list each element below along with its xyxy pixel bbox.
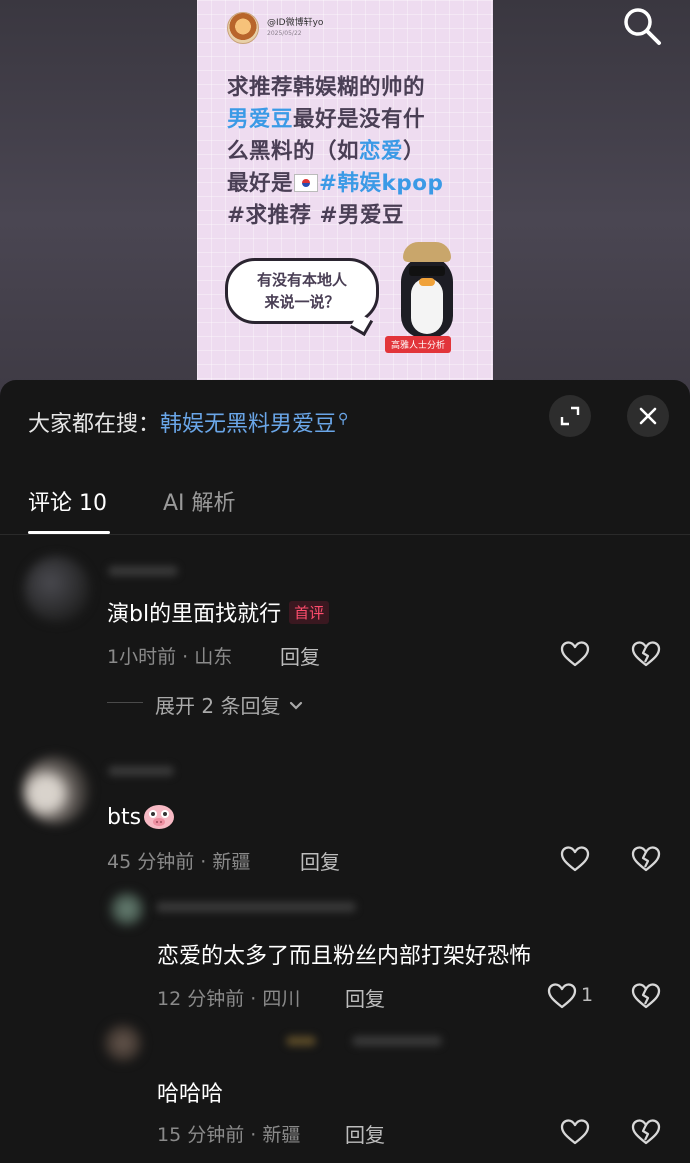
comment-2-text: bts <box>107 805 142 830</box>
heart-icon[interactable] <box>560 1118 590 1146</box>
post-hashtags: #求推荐 #男爱豆 <box>227 203 405 228</box>
reply-1-like-count: 1 <box>581 984 594 1006</box>
bubble-line-2: 来说一说？ <box>264 293 340 311</box>
comment-text: bts <box>107 802 175 830</box>
korea-flag-icon <box>294 174 319 192</box>
post-image[interactable]: @ID微博轩yo 2025/05/22 求推荐韩娱糊的帅的 男爱豆最好是没有什 … <box>197 0 493 380</box>
search-icon <box>624 8 661 45</box>
sticker-caption: 高雅人士分析 <box>385 336 452 353</box>
post-date: 2025/05/22 <box>267 30 302 37</box>
heart-icon[interactable] <box>547 982 577 1010</box>
comment-text: 演bl的里面找就行 首评 <box>107 596 330 628</box>
trending-search-label: 大家都在搜： <box>28 412 161 437</box>
post-hashtag-kpop: #韩娱kpop <box>319 171 444 196</box>
close-icon <box>639 407 657 425</box>
tab-divider <box>0 534 690 535</box>
post-line-3a: 么黑料的（如 <box>227 139 360 164</box>
reply-1-text: 恋爱的太多了而且粉丝内部打架好恐怖 <box>157 944 532 969</box>
expand-replies-button[interactable]: 展开 2 条回复 <box>155 690 303 719</box>
comment-1-reply-button[interactable]: 回复 <box>280 641 320 670</box>
comment-2-reply-button[interactable]: 回复 <box>300 846 340 875</box>
small-search-icon: ⚲ <box>338 411 349 427</box>
penguin-sticker <box>397 238 457 342</box>
close-button[interactable] <box>627 395 669 437</box>
speech-bubble: 有没有本地人 来说一说？ <box>225 258 379 324</box>
search-button[interactable] <box>620 4 664 48</box>
post-line-3b: ） <box>403 139 426 164</box>
reply-2-reply-button[interactable]: 回复 <box>345 1119 385 1148</box>
avatar[interactable] <box>104 1024 142 1062</box>
heart-icon[interactable] <box>560 640 590 668</box>
expand-replies-label: 展开 2 条回复 <box>155 694 281 718</box>
post-line-4a: 最好是 <box>227 171 294 196</box>
reply-1-reply-button[interactable]: 回复 <box>345 983 385 1012</box>
comment-1-text: 演bl的里面找就行 <box>107 602 282 627</box>
username-blurred[interactable] <box>108 766 174 776</box>
username-blurred[interactable] <box>286 1036 316 1046</box>
post-text: 求推荐韩娱糊的帅的 男爱豆最好是没有什 么黑料的（如恋爱） 最好是 #韩娱kpop… <box>227 72 477 232</box>
heart-icon[interactable] <box>560 845 590 873</box>
chevron-down-icon <box>289 701 302 710</box>
expand-divider <box>107 702 143 703</box>
comment-sheet: 大家都在搜：韩娱无黑料男爱豆 ⚲ 评论 10 AI 解析 演bl的里面找就行 首评 … <box>0 380 690 1163</box>
pig-face-emoji-icon <box>144 805 175 829</box>
tab-comments[interactable]: 评论 10 <box>28 485 107 517</box>
reply-1-time-location: 12 分钟前 · 四川 <box>157 988 301 1010</box>
broken-heart-icon[interactable] <box>631 845 661 873</box>
username-blurred[interactable] <box>156 902 356 912</box>
comment-1-time-location: 1小时前 · 山东 <box>107 646 233 668</box>
trending-search-term[interactable]: 韩娱无黑料男爱豆 <box>160 412 336 437</box>
post-highlight-romance: 恋爱 <box>359 139 404 164</box>
broken-heart-icon[interactable] <box>631 1118 661 1146</box>
first-comment-badge: 首评 <box>289 601 330 624</box>
post-line-2: 最好是没有什 <box>293 107 426 132</box>
post-author-name: @ID微博轩yo <box>267 18 324 28</box>
avatar[interactable] <box>22 756 90 824</box>
post-line-1: 求推荐韩娱糊的帅的 <box>227 75 426 100</box>
tab-ai-analysis[interactable]: AI 解析 <box>163 485 236 517</box>
post-author-avatar <box>227 12 259 44</box>
username-blurred[interactable] <box>352 1036 442 1046</box>
broken-heart-icon[interactable] <box>631 982 661 1010</box>
reply-2-time-location: 15 分钟前 · 新疆 <box>157 1124 301 1146</box>
trending-search[interactable]: 大家都在搜：韩娱无黑料男爱豆 ⚲ <box>28 406 348 438</box>
post-preview-area[interactable]: @ID微博轩yo 2025/05/22 求推荐韩娱糊的帅的 男爱豆最好是没有什 … <box>0 0 690 400</box>
bubble-line-1: 有没有本地人 <box>256 271 347 289</box>
expand-button[interactable] <box>549 395 591 437</box>
reply-2-text: 哈哈哈 <box>157 1082 224 1107</box>
broken-heart-icon[interactable] <box>631 640 661 668</box>
expand-icon <box>560 406 580 426</box>
post-highlight-idol: 男爱豆 <box>227 107 294 132</box>
avatar[interactable] <box>110 892 144 926</box>
username-blurred[interactable] <box>108 566 178 576</box>
comment-2-time-location: 45 分钟前 · 新疆 <box>107 851 251 873</box>
avatar[interactable] <box>24 556 90 622</box>
